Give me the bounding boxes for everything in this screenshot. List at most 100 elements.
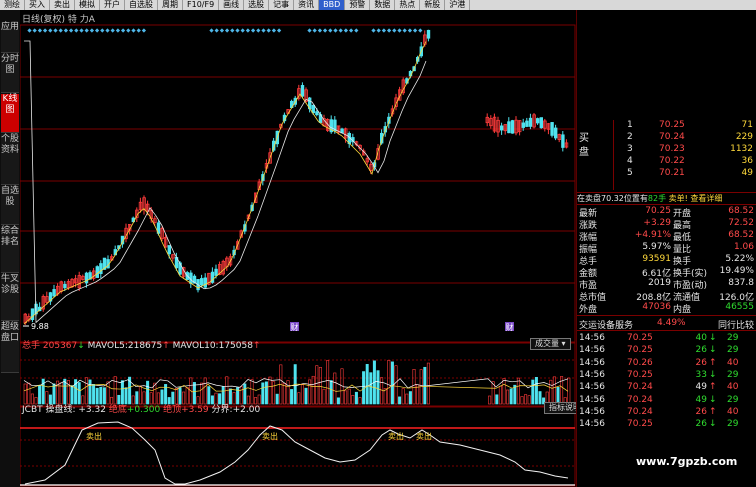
menu-item-17[interactable]: 沪港: [445, 0, 471, 10]
sell-signal-label: 卖出: [262, 431, 278, 441]
jcbt-indicator-line: [24, 421, 569, 485]
kline-chart-area[interactable]: 77.1159.0740.7722.7351.599.88财财344051746…: [20, 10, 576, 487]
volume-bar: [408, 391, 412, 405]
tick-price: 70.24: [627, 394, 653, 405]
watermark: www.7gpzb.com: [636, 455, 738, 468]
volume-bar: [300, 384, 304, 405]
jue-ding-label: 绝顶: [163, 405, 182, 415]
tick-volume: 26: [695, 419, 707, 430]
menu-item-16[interactable]: 新股: [420, 0, 446, 10]
menu-item-1[interactable]: 买入: [25, 0, 50, 10]
sidetab-0[interactable]: 应用: [1, 22, 19, 53]
menu-item-4[interactable]: 开户: [100, 0, 125, 10]
quote-panel: 买盘 1 70.25 71 2 70.24 229 3 70.23 1132 4 70.22 36 5 70…: [576, 10, 756, 487]
sidetab-3[interactable]: 个股资料: [1, 134, 19, 185]
arrow-up-icon: ↑: [709, 406, 717, 417]
tick-price: 70.25: [627, 333, 653, 343]
signal-diamond: [224, 28, 230, 33]
sidetab-5[interactable]: 综合排名: [1, 226, 19, 273]
buy-price: 70.23: [659, 144, 685, 154]
volume-bar: [311, 375, 315, 405]
volume-bar: [326, 360, 330, 405]
signal-diamond: [371, 28, 376, 33]
menu-item-13[interactable]: 预警: [345, 0, 371, 10]
volume-bar: [524, 394, 528, 405]
sidetab-7[interactable]: 超级盘口: [1, 322, 19, 373]
menu-item-3[interactable]: 模拟: [75, 0, 100, 10]
jue-di-label: 绝底: [108, 405, 127, 415]
summary-link[interactable]: 卖单! 查看详细: [669, 194, 723, 203]
signal-diamond: [397, 28, 402, 33]
side-tabs: 应用 分时图 K线图 个股资料 自选股 综合排名 牛叉诊股 超级盘口: [0, 10, 20, 487]
signal-diamond: [343, 28, 349, 33]
volume-bar: [405, 393, 409, 405]
arrow-down-icon: ↓: [709, 333, 717, 343]
price-pane-border: [20, 24, 576, 343]
signal-diamond: [219, 28, 225, 33]
finance-marker: 财: [291, 322, 299, 332]
tick-volume: 26: [695, 406, 707, 417]
signal-diamond: [58, 28, 63, 33]
volume-bar: [250, 379, 254, 405]
signal-diamond: [317, 28, 323, 33]
menu-item-12[interactable]: BBD: [319, 0, 346, 10]
sidetab-4[interactable]: 自选股: [1, 186, 19, 225]
tick-time: 14:56: [579, 406, 605, 417]
buy-price: 70.22: [659, 156, 685, 166]
menu-item-15[interactable]: 热点: [395, 0, 421, 10]
kline-chart-svg: 77.1159.0740.7722.7351.599.88财财344051746…: [20, 24, 576, 487]
tick-price: 70.24: [627, 406, 653, 417]
signal-diamond: [141, 28, 147, 33]
orderbook-divider: [613, 120, 614, 190]
volume-indicator-button[interactable]: 成交量 ▾: [530, 338, 571, 350]
volume-bar: [538, 391, 542, 405]
volume-bar: [398, 396, 402, 405]
menu-item-11[interactable]: 资讯: [294, 0, 320, 10]
chart-title: 日线(复权) 特 力A: [22, 15, 95, 25]
candle: [243, 224, 247, 232]
menu-item-2[interactable]: 卖出: [50, 0, 75, 10]
signal-diamond: [89, 28, 95, 33]
volume-bar: [322, 388, 326, 405]
candle: [52, 289, 56, 297]
mavol10-label: MAVOL10:: [172, 341, 219, 351]
mavol10-value: 175058: [218, 341, 253, 351]
volume-bar: [290, 389, 294, 405]
sidetab-6[interactable]: 牛叉诊股: [1, 274, 19, 321]
volume-bar: [203, 377, 207, 405]
volume-bar: [488, 395, 492, 405]
sidetab-1[interactable]: 分时图: [1, 54, 19, 93]
tick-time: 14:56: [579, 394, 605, 405]
buy-volume: 36: [741, 156, 753, 166]
summary-text: 在卖盘70.32位置有: [577, 194, 648, 203]
menu-item-7[interactable]: F10/F9: [183, 0, 220, 10]
volume-bar: [516, 377, 520, 405]
volume-bar: [315, 365, 319, 405]
signal-diamond: [402, 28, 407, 33]
menu-item-5[interactable]: 自选股: [125, 0, 158, 10]
stat-value: 68.52: [728, 230, 754, 240]
menu-item-8[interactable]: 画线: [219, 0, 245, 10]
sidetab-2[interactable]: K线图: [1, 94, 19, 133]
candle: [521, 122, 525, 128]
menu-item-0[interactable]: 测绘: [0, 0, 25, 10]
tick-price: 70.25: [627, 419, 653, 430]
candle: [95, 266, 99, 278]
menu-item-10[interactable]: 记事: [269, 0, 295, 10]
divider: [577, 330, 756, 331]
volume-bar: [297, 392, 301, 405]
menu-item-14[interactable]: 数据: [370, 0, 396, 10]
divider: [577, 204, 756, 205]
sell-signal-label: 卖出: [416, 431, 432, 441]
signal-diamond: [126, 28, 131, 33]
signal-diamond: [94, 28, 100, 33]
menu-item-6[interactable]: 周期: [158, 0, 183, 10]
menu-item-9[interactable]: 选股: [244, 0, 270, 10]
fenjie-value: +2.00: [232, 405, 261, 415]
signal-diamond: [79, 28, 84, 33]
volume-bar: [268, 376, 272, 405]
buy-volume: 71: [741, 120, 753, 130]
signal-diamond: [381, 28, 387, 33]
signal-diamond: [110, 28, 115, 33]
candle: [561, 134, 565, 148]
